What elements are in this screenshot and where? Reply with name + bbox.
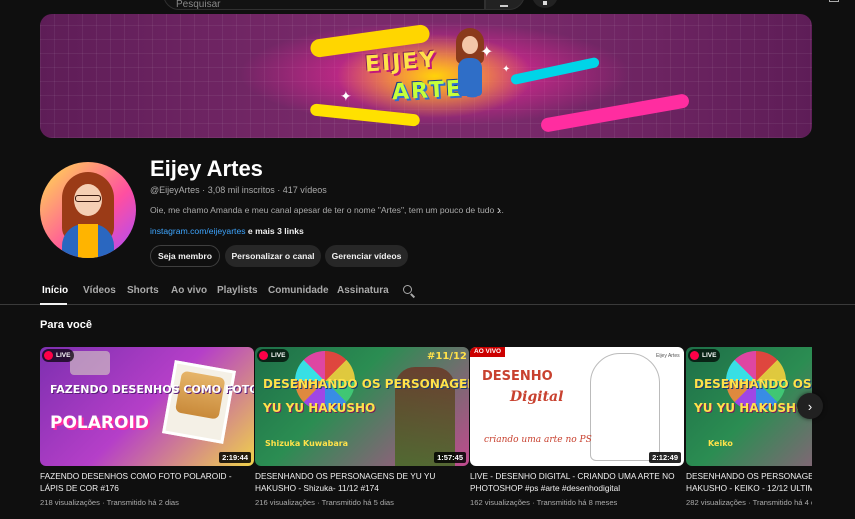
thumbnail-text: Keiko <box>708 439 733 448</box>
live-badge: LIVE <box>688 349 721 362</box>
channel-links: instagram.com/eijeyartes e mais 3 links <box>150 226 304 236</box>
channel-handle: @EijeyArtes <box>150 185 200 195</box>
banner-title-line1: EIJEY <box>364 47 439 78</box>
meta-separator: · <box>202 185 206 195</box>
carousel-next-button[interactable]: › <box>797 393 823 419</box>
microphone-icon[interactable] <box>532 0 558 8</box>
thumbnail-text: criando uma arte no PS <box>484 435 592 445</box>
channel-name: Eijey Artes <box>150 156 263 181</box>
video-title[interactable]: LIVE - DESENHO DIGITAL - CRIANDO UMA ART… <box>470 470 684 494</box>
tab-comunidade[interactable]: Comunidade <box>268 285 329 296</box>
video-title[interactable]: DESENHANDO OS PERSONAGENS DE YU YU HAKUS… <box>255 470 469 494</box>
video-carousel: FAZENDO DESENHOS COMO FOTO POLAROID LIVE… <box>0 340 812 519</box>
thumbnail-text: DESENHANDO OS PERSONAGENS <box>263 377 469 391</box>
chevron-right-icon: › <box>807 398 813 414</box>
tab-playlists[interactable]: Playlists <box>217 285 258 296</box>
video-thumbnail[interactable]: Eijey Artes DESENHO Digital criando uma … <box>470 347 684 466</box>
subscriber-count: 3,08 mil inscritos <box>207 185 275 195</box>
more-links[interactable]: e mais 3 links <box>248 226 304 236</box>
channel-meta: @EijeyArtes · 3,08 mil inscritos · 417 v… <box>150 185 327 195</box>
video-title[interactable]: DESENHANDO OS PERSONAGENS DE YU YU HAKUS… <box>686 470 812 494</box>
meta-separator: · <box>532 498 535 507</box>
search-placeholder: Pesquisar <box>176 0 221 10</box>
search-icon[interactable] <box>403 285 412 294</box>
meta-separator: · <box>748 498 751 507</box>
thumbnail-text: DESENHANDO OS PERSONAGENS <box>694 377 812 391</box>
tab-ao-vivo[interactable]: Ao vivo <box>171 285 207 296</box>
keyboard-icon[interactable] <box>467 0 479 4</box>
view-count: 218 visualizações <box>40 498 100 507</box>
sparkle-icon: ✦ <box>502 64 511 75</box>
camera-illustration <box>70 351 110 375</box>
video-title[interactable]: FAZENDO DESENHOS COMO FOTO POLAROID - LÁ… <box>40 470 254 494</box>
video-duration: 2:19:44 <box>219 452 251 463</box>
video-card[interactable]: FAZENDO DESENHOS COMO FOTO POLAROID LIVE… <box>40 347 254 507</box>
manage-videos-button[interactable]: Gerenciar vídeos <box>325 245 408 267</box>
banner-character <box>452 28 488 98</box>
view-count: 216 visualizações <box>255 498 315 507</box>
thumbnail-text: #11/12 <box>427 351 467 362</box>
meta-separator: · <box>317 498 320 507</box>
channel-description[interactable]: Oie, me chamo Amanda e meu canal apesar … <box>150 205 504 215</box>
banner-decoration <box>509 56 601 86</box>
stream-date: Transmitido há 2 dias <box>106 498 179 507</box>
search-button[interactable] <box>485 0 525 10</box>
section-title: Para você <box>40 319 92 331</box>
meta-separator: · <box>102 498 105 507</box>
thumbnail-text: Eijey Artes <box>656 353 680 359</box>
video-card[interactable]: Eijey Artes DESENHO Digital criando uma … <box>470 347 684 507</box>
tab-videos[interactable]: Vídeos <box>83 285 116 296</box>
video-meta: 216 visualizações · Transmitido há 5 dia… <box>255 498 469 507</box>
search-input[interactable]: Pesquisar <box>163 0 485 10</box>
thumbnail-text: YU YU HAKUSHO <box>263 401 376 415</box>
video-duration: 1:57:45 <box>434 452 466 463</box>
banner-decoration <box>539 93 691 133</box>
video-meta: 282 visualizações · Transmitido há 4 dia… <box>686 498 812 507</box>
polaroid-illustration <box>162 360 236 444</box>
banner-decoration <box>309 103 421 127</box>
tab-inicio[interactable]: Início <box>42 285 68 296</box>
tab-assinatura[interactable]: Assinatura <box>337 285 389 296</box>
live-badge: LIVE <box>257 349 290 362</box>
stream-date: Transmitido há 8 meses <box>536 498 618 507</box>
thumbnail-text: Shizuka Kuwabara <box>265 439 349 448</box>
customize-channel-button[interactable]: Personalizar o canal <box>225 245 321 267</box>
chevron-right-icon[interactable]: › <box>497 203 501 217</box>
video-count: 417 vídeos <box>282 185 327 195</box>
active-tab-indicator <box>40 303 67 305</box>
stream-date: Transmitido há 5 dias <box>321 498 394 507</box>
video-duration: 2:12:49 <box>649 452 681 463</box>
instagram-link[interactable]: instagram.com/eijeyartes <box>150 226 246 236</box>
video-meta: 218 visualizações · Transmitido há 2 dia… <box>40 498 254 507</box>
meta-separator: · <box>277 185 281 195</box>
channel-tabs: Início Vídeos Shorts Ao vivo Playlists C… <box>0 278 855 305</box>
create-icon[interactable] <box>829 0 839 2</box>
video-thumbnail[interactable]: DESENHANDO OS PERSONAGENS YU YU HAKUSHO … <box>255 347 469 466</box>
video-card[interactable]: DESENHANDO OS PERSONAGENS YU YU HAKUSHO … <box>686 347 812 507</box>
thumbnail-text: DESENHO <box>482 369 553 384</box>
live-badge: LIVE <box>42 349 75 362</box>
sparkle-icon: ✦ <box>340 88 352 104</box>
stream-date: Transmitido há 4 dias <box>752 498 812 507</box>
sketch-illustration <box>590 353 660 461</box>
join-button[interactable]: Seja membro <box>150 245 220 267</box>
sparkle-icon: ✦ <box>480 44 494 61</box>
channel-avatar[interactable] <box>40 162 136 258</box>
video-thumbnail[interactable]: FAZENDO DESENHOS COMO FOTO POLAROID LIVE… <box>40 347 254 466</box>
tab-shorts[interactable]: Shorts <box>127 285 159 296</box>
video-thumbnail[interactable]: DESENHANDO OS PERSONAGENS YU YU HAKUSHO … <box>686 347 812 466</box>
thumbnail-text: YU YU HAKUSHO <box>694 401 807 415</box>
video-meta: 162 visualizações · Transmitido há 8 mes… <box>470 498 684 507</box>
top-bar: Pesquisar <box>0 0 855 12</box>
channel-banner: EIJEY ARTES ✦ ✦ ✦ <box>40 14 812 138</box>
thumbnail-text: FAZENDO DESENHOS COMO FOTO <box>50 383 254 396</box>
thumbnail-text: Digital <box>510 389 564 405</box>
thumbnail-text: POLAROID <box>50 413 149 433</box>
video-card[interactable]: DESENHANDO OS PERSONAGENS YU YU HAKUSHO … <box>255 347 469 507</box>
view-count: 282 visualizações <box>686 498 746 507</box>
view-count: 162 visualizações <box>470 498 530 507</box>
live-badge: AO VIVO <box>470 347 506 357</box>
